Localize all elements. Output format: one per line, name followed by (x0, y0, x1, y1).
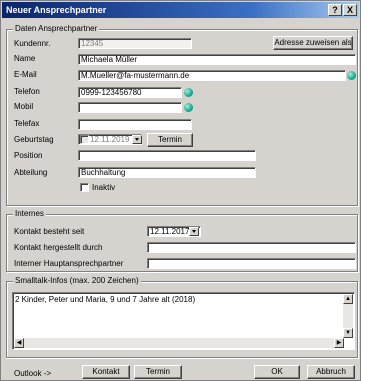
assign-address-button[interactable]: Adresse zuweisen als ... (273, 36, 353, 59)
telefax-label: Telefax (14, 119, 40, 128)
outlook-kontakt-button[interactable]: Kontakt (82, 365, 130, 379)
footer-separator (6, 357, 356, 359)
smalltalk-text: 2 Kinder, Peter und Maria, 9 und 7 Jahre… (15, 295, 196, 304)
window-title: Neuer Ansprechpartner (6, 5, 107, 15)
geburtstag-termin-button[interactable]: Termin (147, 133, 193, 147)
email-globe-icon[interactable] (347, 71, 356, 80)
dialog-window: Neuer Ansprechpartner ? X Daten Ansprech… (0, 0, 361, 381)
scroll-right-icon[interactable]: ▶ (334, 338, 344, 348)
smalltalk-legend: Smalltalk-Infos (max. 200 Zeichen) (13, 276, 141, 285)
abbruch-button[interactable]: Abbruch (307, 365, 355, 379)
outlook-termin-button[interactable]: Termin (134, 365, 182, 379)
inaktiv-checkbox[interactable] (80, 183, 89, 192)
telefax-field[interactable] (78, 119, 192, 130)
telefon-field[interactable]: 0999-123456780 (78, 87, 182, 98)
mobil-label: Mobil (14, 102, 34, 111)
kontakt-seit-label: Kontakt besteht seit (14, 227, 85, 236)
position-field[interactable] (78, 150, 256, 161)
mobil-field[interactable] (78, 102, 182, 113)
telefon-label: Telefon (14, 87, 40, 96)
smalltalk-memo[interactable]: 2 Kinder, Peter und Maria, 9 und 7 Jahre… (12, 292, 355, 350)
inaktiv-label: Inaktiv (92, 183, 116, 192)
help-button[interactable]: ? (328, 4, 342, 16)
memo-horizontal-scrollbar[interactable]: ◀ ▶ (14, 338, 344, 348)
scroll-down-icon[interactable]: ▼ (343, 328, 353, 338)
title-bar[interactable]: Neuer Ansprechpartner ? X (2, 2, 359, 18)
email-field[interactable]: M.Mueller@fa-mustermann.de (78, 70, 346, 81)
internal-legend: Internes (13, 209, 46, 218)
telefon-globe-icon[interactable] (184, 88, 193, 97)
abteilung-label: Abteilung (14, 168, 48, 177)
scroll-left-icon[interactable]: ◀ (14, 338, 24, 348)
position-label: Position (14, 151, 43, 160)
hauptansprechpartner-label: Interner Hauptansprechpartner (14, 259, 124, 268)
hergestellt-label: Kontakt hergestellt durch (14, 243, 103, 252)
kontakt-seit-dropdown-arrow-icon[interactable] (189, 227, 199, 236)
name-field[interactable]: Michaela Müller (78, 54, 356, 65)
contact-data-legend: Daten Ansprechpartner (13, 24, 100, 33)
geburtstag-checkbox[interactable] (80, 135, 89, 144)
hergestellt-field[interactable] (147, 242, 356, 253)
scroll-up-icon[interactable]: ▲ (343, 294, 353, 304)
hauptansprechpartner-field[interactable] (147, 258, 356, 269)
close-button[interactable]: X (343, 4, 357, 16)
abteilung-field[interactable]: Buchhaltung (78, 167, 256, 178)
outlook-label: Outlook -> (14, 369, 52, 378)
kundennr-field[interactable]: 12345 (78, 38, 192, 49)
geburtstag-label: Geburtstag (14, 135, 54, 144)
mobil-globe-icon[interactable] (184, 103, 193, 112)
name-label: Name (14, 54, 36, 63)
ok-button[interactable]: OK (254, 365, 300, 379)
geburtstag-dropdown-arrow-icon[interactable] (132, 135, 142, 144)
kundennr-label: Kundennr. (14, 39, 51, 48)
email-label: E-Mail (14, 70, 37, 79)
memo-vertical-scrollbar[interactable]: ▲ ▼ (343, 294, 353, 338)
